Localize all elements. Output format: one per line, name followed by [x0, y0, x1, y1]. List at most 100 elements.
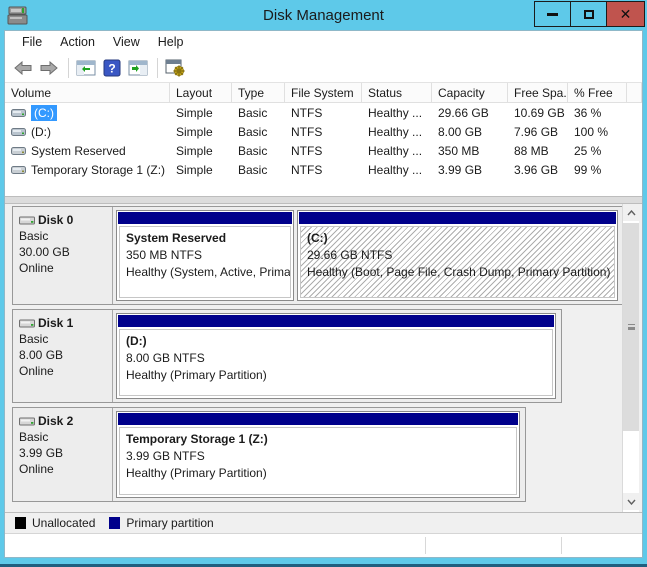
- partition-label: Temporary Storage 1 (Z:): [126, 431, 510, 448]
- volume-status: Healthy ...: [362, 106, 432, 120]
- graphical-view: Disk 0 Basic 30.00 GB Online System Rese…: [5, 204, 642, 533]
- volume-type: Basic: [232, 125, 285, 139]
- volume-capacity: 29.66 GB: [432, 106, 508, 120]
- disk-name: Disk 2: [38, 413, 73, 429]
- volume-pct-free: 36 %: [568, 106, 627, 120]
- volume-file-system: NTFS: [285, 144, 362, 158]
- volume-pct-free: 25 %: [568, 144, 627, 158]
- partition-d[interactable]: (D:) 8.00 GB NTFS Healthy (Primary Parti…: [116, 313, 556, 399]
- partition-status: Healthy (System, Active, Primar: [126, 264, 284, 281]
- partition-color-strip: [299, 212, 616, 224]
- legend-unallocated: Unallocated: [15, 516, 95, 530]
- close-icon: ✕: [620, 6, 632, 23]
- menu-view[interactable]: View: [104, 33, 149, 51]
- status-bar-divider: [425, 537, 426, 554]
- toolbar: ?: [5, 53, 642, 83]
- pane-splitter[interactable]: [5, 196, 642, 204]
- partition-label: (C:): [307, 230, 608, 247]
- disk-size: 30.00 GB: [19, 244, 108, 260]
- client-area: File Action View Help: [4, 30, 643, 558]
- maximize-button[interactable]: [570, 1, 607, 27]
- partition-status: Healthy (Boot, Page File, Crash Dump, Pr…: [307, 264, 608, 281]
- scroll-down-button[interactable]: [623, 493, 639, 510]
- volume-list: Volume Layout Type File System Status Ca…: [5, 83, 642, 196]
- partition-color-strip: [118, 212, 292, 224]
- disk2-label[interactable]: Disk 2 Basic 3.99 GB Online: [13, 408, 113, 501]
- disk-actions-button[interactable]: [163, 56, 187, 80]
- forward-icon: [40, 61, 58, 75]
- column-header-volume[interactable]: Volume: [5, 83, 170, 102]
- disk0-label[interactable]: Disk 0 Basic 30.00 GB Online: [13, 207, 113, 304]
- volume-name: Temporary Storage 1 (Z:): [31, 163, 165, 177]
- chevron-up-icon: [627, 210, 636, 216]
- column-header-filler: [627, 83, 642, 102]
- disk-icon: [19, 318, 35, 329]
- column-header-file-system[interactable]: File System: [285, 83, 362, 102]
- partition-color-strip: [118, 413, 518, 425]
- partition-color-strip: [118, 315, 554, 327]
- legend-label: Unallocated: [32, 516, 95, 530]
- disk-status: Online: [19, 363, 108, 379]
- volume-type: Basic: [232, 106, 285, 120]
- volume-file-system: NTFS: [285, 106, 362, 120]
- volume-layout: Simple: [170, 144, 232, 158]
- forward-button[interactable]: [37, 56, 61, 80]
- disk-status: Online: [19, 260, 108, 276]
- volume-name: (C:): [31, 105, 57, 121]
- disk-size: 8.00 GB: [19, 347, 108, 363]
- menu-bar: File Action View Help: [5, 31, 642, 53]
- disk-name: Disk 1: [38, 315, 73, 331]
- column-header-capacity[interactable]: Capacity: [432, 83, 508, 102]
- disk-name: Disk 0: [38, 212, 73, 228]
- legend-label: Primary partition: [126, 516, 213, 530]
- show-console-tree-button[interactable]: [74, 56, 98, 80]
- volume-row-d[interactable]: (D:) Simple Basic NTFS Healthy ... 8.00 …: [5, 122, 642, 141]
- column-header-type[interactable]: Type: [232, 83, 285, 102]
- volume-row-system-reserved[interactable]: System Reserved Simple Basic NTFS Health…: [5, 141, 642, 160]
- volume-row-c[interactable]: (C:) Simple Basic NTFS Healthy ... 29.66…: [5, 103, 642, 122]
- volume-drive-icon: [11, 165, 26, 175]
- volume-type: Basic: [232, 163, 285, 177]
- volume-name: (D:): [31, 125, 51, 139]
- unallocated-swatch: [15, 517, 26, 529]
- partition-z[interactable]: Temporary Storage 1 (Z:) 3.99 GB NTFS He…: [116, 411, 520, 498]
- volume-row-temporary-storage[interactable]: Temporary Storage 1 (Z:) Simple Basic NT…: [5, 160, 642, 179]
- disk-icon: [19, 215, 35, 226]
- disk1-label[interactable]: Disk 1 Basic 8.00 GB Online: [13, 310, 113, 402]
- column-header-free-space[interactable]: Free Spa...: [508, 83, 568, 102]
- volume-type: Basic: [232, 144, 285, 158]
- help-icon: ?: [103, 59, 121, 77]
- back-button[interactable]: [11, 56, 35, 80]
- scroll-up-button[interactable]: [623, 204, 639, 221]
- column-header-layout[interactable]: Layout: [170, 83, 232, 102]
- partition-size: 29.66 GB NTFS: [307, 247, 608, 264]
- volume-drive-icon: [11, 146, 26, 156]
- minimize-button[interactable]: [534, 1, 571, 27]
- toolbar-separator: [68, 58, 69, 78]
- partition-size: 8.00 GB NTFS: [126, 350, 546, 367]
- vertical-scrollbar[interactable]: [622, 204, 639, 512]
- volume-layout: Simple: [170, 106, 232, 120]
- scrollbar-grip-icon: [628, 324, 635, 328]
- column-header-status[interactable]: Status: [362, 83, 432, 102]
- partition-size: 3.99 GB NTFS: [126, 448, 510, 465]
- svg-text:?: ?: [108, 61, 115, 75]
- toolbar-separator: [157, 58, 158, 78]
- scrollbar-thumb[interactable]: [623, 223, 639, 431]
- minimize-icon: [547, 13, 558, 16]
- primary-partition-swatch: [109, 517, 120, 529]
- show-action-pane-button[interactable]: [126, 56, 150, 80]
- column-header-pct-free[interactable]: % Free: [568, 83, 627, 102]
- disk-size: 3.99 GB: [19, 445, 108, 461]
- partition-c[interactable]: (C:) 29.66 GB NTFS Healthy (Boot, Page F…: [297, 210, 618, 301]
- menu-help[interactable]: Help: [149, 33, 193, 51]
- help-button[interactable]: ?: [100, 56, 124, 80]
- volume-free-space: 7.96 GB: [508, 125, 568, 139]
- menu-file[interactable]: File: [13, 33, 51, 51]
- volume-pct-free: 100 %: [568, 125, 627, 139]
- volume-free-space: 88 MB: [508, 144, 568, 158]
- back-icon: [14, 61, 32, 75]
- menu-action[interactable]: Action: [51, 33, 104, 51]
- partition-system-reserved[interactable]: System Reserved 350 MB NTFS Healthy (Sys…: [116, 210, 294, 301]
- close-button[interactable]: ✕: [606, 1, 645, 27]
